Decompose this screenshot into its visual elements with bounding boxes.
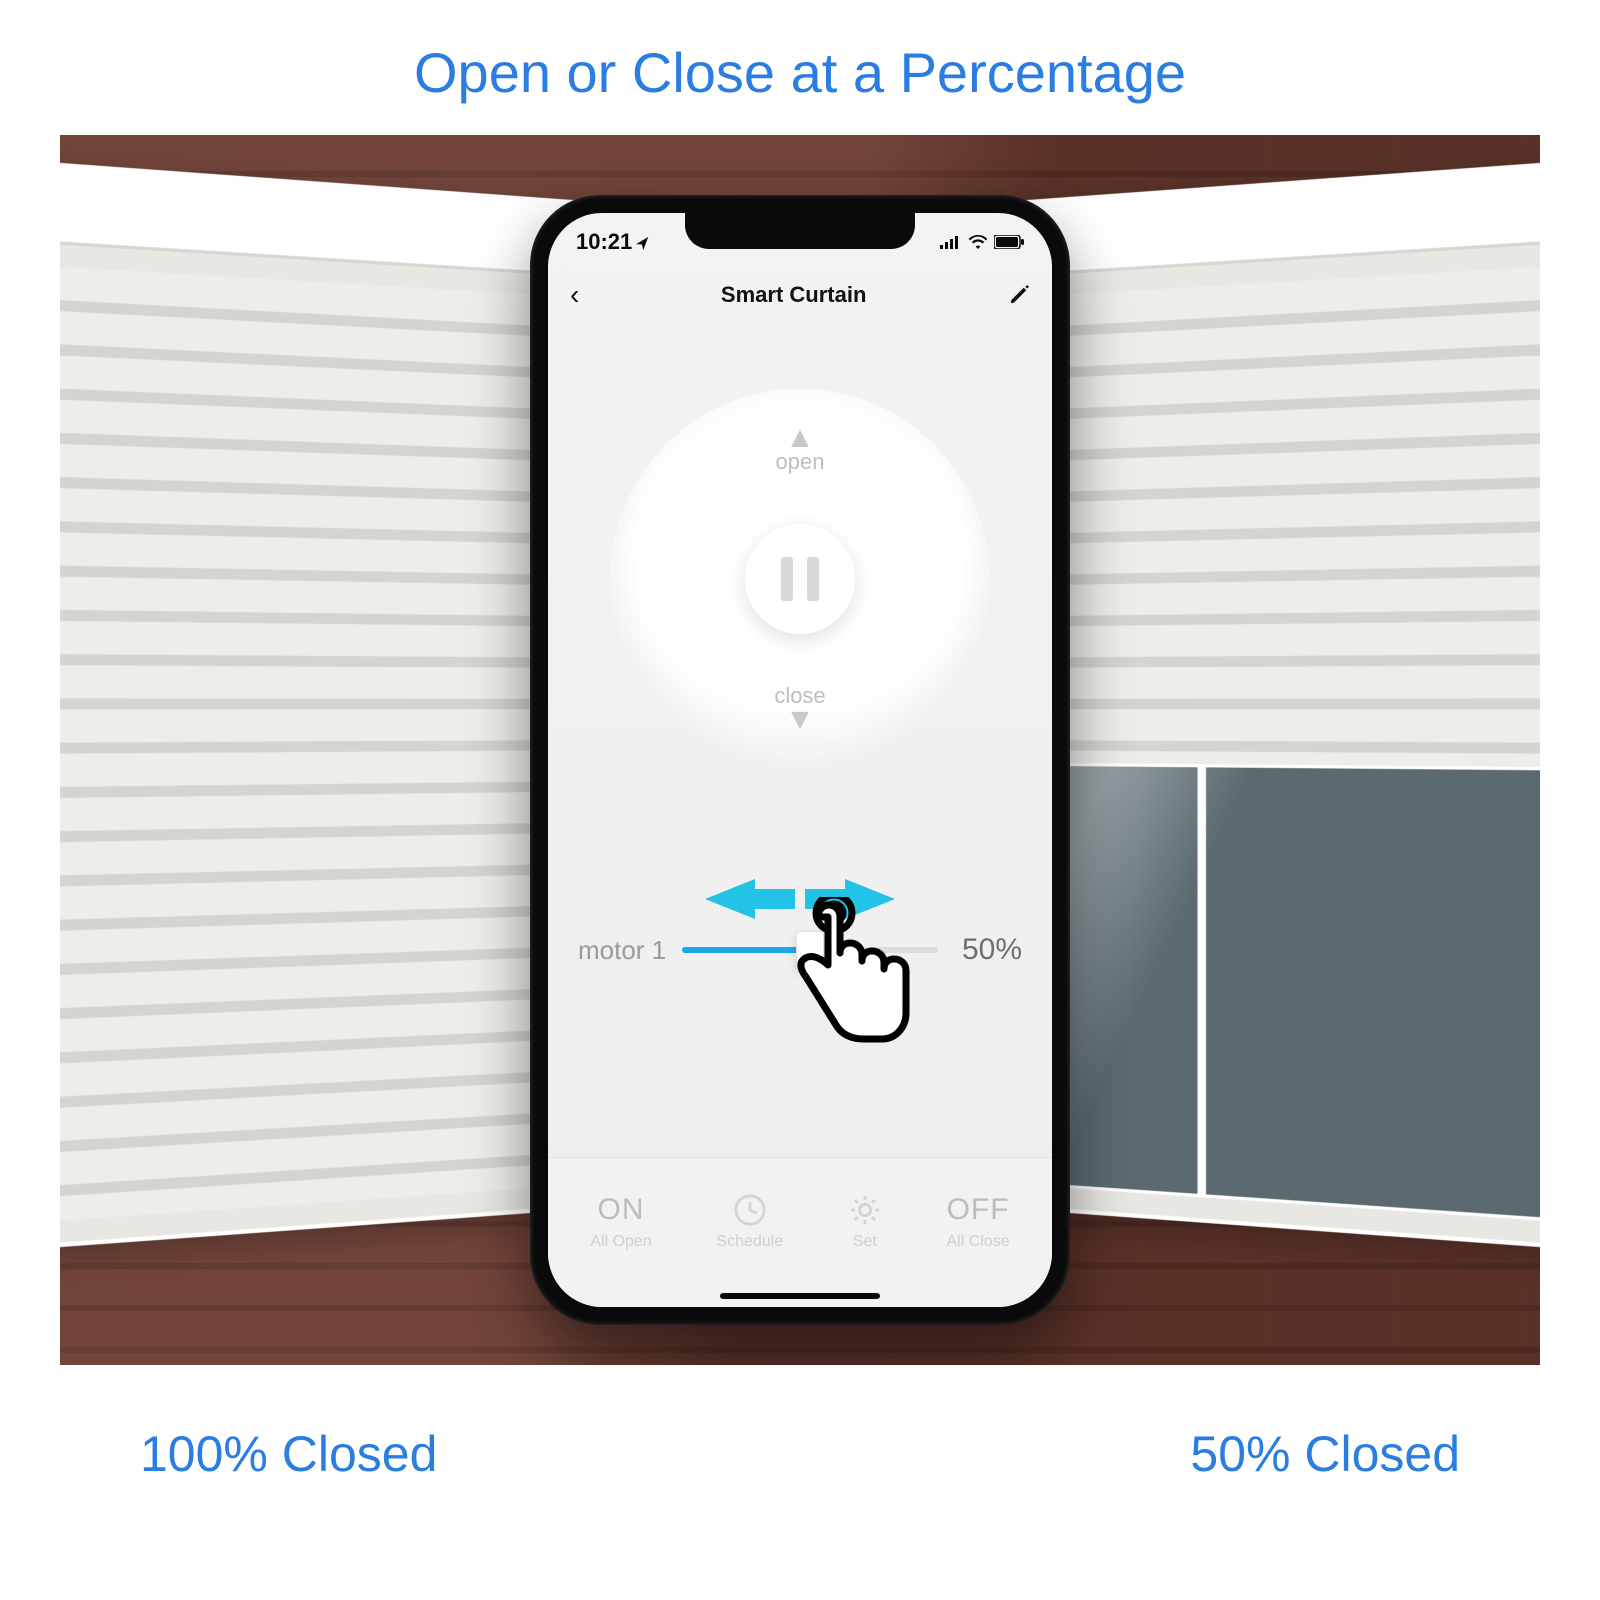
arrow-left-icon xyxy=(705,879,755,919)
phone-screen: 10:21 ‹ Smart Curtain ▲ open xyxy=(548,213,1052,1307)
footer-labels: 100% Closed 50% Closed xyxy=(60,1395,1540,1483)
slider-area: motor 1 50% xyxy=(578,879,1022,967)
app-nav-bar: ‹ Smart Curtain xyxy=(548,271,1052,319)
phone-frame: 10:21 ‹ Smart Curtain ▲ open xyxy=(530,195,1070,1325)
product-photo: 10:21 ‹ Smart Curtain ▲ open xyxy=(60,135,1540,1365)
pause-button[interactable] xyxy=(745,524,855,634)
location-icon xyxy=(636,234,652,250)
percent-value: 50% xyxy=(952,933,1022,967)
status-time: 10:21 xyxy=(576,229,632,255)
position-slider[interactable] xyxy=(682,947,938,953)
arrow-right-icon xyxy=(845,879,895,919)
edit-icon[interactable] xyxy=(1008,284,1030,306)
all-close-button[interactable]: OFF All Close xyxy=(947,1193,1010,1251)
clock-icon xyxy=(733,1193,767,1227)
wifi-icon xyxy=(968,235,988,249)
drag-hint-arrows xyxy=(578,879,1022,919)
all-close-big: OFF xyxy=(947,1193,1010,1227)
all-open-big: ON xyxy=(598,1193,645,1227)
motor-label: motor 1 xyxy=(578,935,668,966)
schedule-button[interactable]: Schedule xyxy=(716,1193,783,1251)
footer-left-label: 100% Closed xyxy=(140,1425,437,1483)
battery-icon xyxy=(994,235,1024,249)
schedule-sub: Schedule xyxy=(716,1233,783,1251)
chevron-down-icon[interactable]: ▼ xyxy=(785,705,815,735)
back-button[interactable]: ‹ xyxy=(570,279,579,311)
bottom-toolbar: ON All Open Schedule Set OFF All Close xyxy=(548,1157,1052,1307)
gear-icon xyxy=(848,1193,882,1227)
page-heading: Open or Close at a Percentage xyxy=(0,0,1600,135)
slider-fill xyxy=(682,947,810,953)
home-indicator[interactable] xyxy=(720,1293,880,1299)
all-open-button[interactable]: ON All Open xyxy=(590,1193,651,1251)
set-sub: Set xyxy=(853,1233,877,1251)
footer-right-label: 50% Closed xyxy=(1190,1425,1460,1483)
phone-notch xyxy=(685,213,915,249)
touch-hand-icon xyxy=(796,897,916,1047)
signal-icon xyxy=(940,235,962,249)
set-button[interactable]: Set xyxy=(848,1193,882,1251)
slider-thumb[interactable] xyxy=(796,931,824,969)
all-close-sub: All Close xyxy=(947,1233,1010,1251)
control-dial: ▲ open close ▼ xyxy=(610,389,990,769)
open-label[interactable]: open xyxy=(776,449,825,475)
all-open-sub: All Open xyxy=(590,1233,651,1251)
screen-title: Smart Curtain xyxy=(721,282,866,308)
